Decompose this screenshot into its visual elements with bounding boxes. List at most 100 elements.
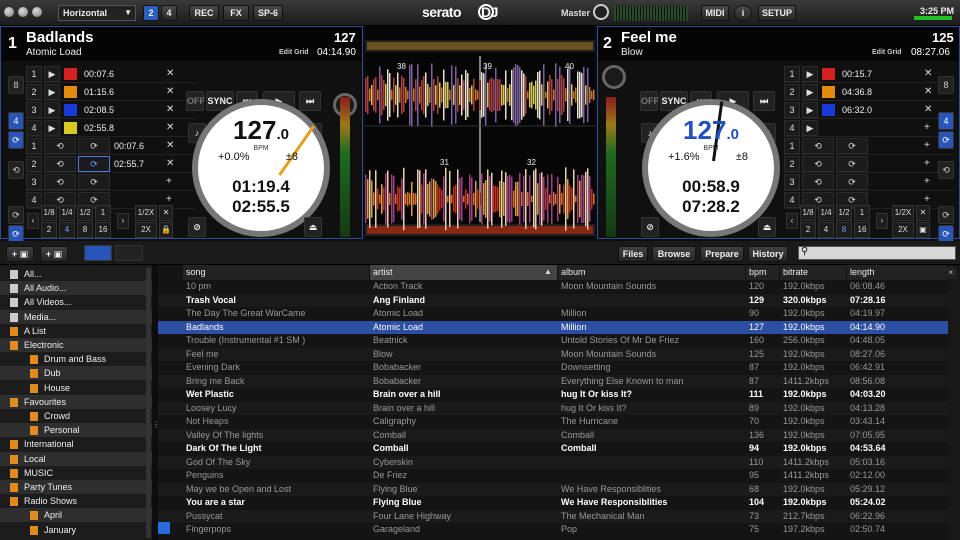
add-loop-icon[interactable]: + <box>166 176 172 187</box>
close-window-icon[interactable] <box>4 7 14 17</box>
loop-number[interactable]: 1 <box>26 138 42 154</box>
eject-icon[interactable]: ⏏ <box>304 217 322 237</box>
loop-double-icon[interactable]: › <box>876 213 888 229</box>
column-header-bitrate[interactable]: bitrate <box>780 265 847 280</box>
list-view-icon[interactable] <box>84 245 112 261</box>
prepare-tab[interactable]: Prepare <box>700 246 744 262</box>
loop-number[interactable]: 3 <box>26 174 42 190</box>
cue-color-swatch[interactable] <box>64 122 77 134</box>
column-header-album[interactable]: album <box>558 265 746 280</box>
cue-color-swatch[interactable] <box>64 86 77 98</box>
delete-cue-icon[interactable]: ✕ <box>166 86 174 97</box>
table-row[interactable]: Bring me Back Bobabacker Everything Else K… <box>158 374 948 388</box>
column-header-bpm[interactable]: bpm <box>746 265 780 280</box>
table-row[interactable]: Feel me Blow Moon Mountain Sounds 125 192.0k… <box>158 347 948 361</box>
loop-size-button[interactable]: 2 <box>41 222 57 238</box>
sync-loop-icon[interactable]: ⟳ <box>938 131 954 149</box>
loop-in-icon[interactable]: ⟲ <box>802 138 834 154</box>
table-row[interactable]: Trash Vocal Ang Finland 129 320.0kbps 07:28.… <box>158 293 948 307</box>
loop-in-icon[interactable]: ⟲ <box>802 174 834 190</box>
loop-size-button[interactable]: 2 <box>800 222 816 238</box>
table-row[interactable]: Penguins De Friez 95 1411.2kbps 02:12.00 <box>158 469 948 483</box>
cue-color-swatch[interactable] <box>64 68 77 80</box>
loop-size-button[interactable]: 1 <box>854 205 870 221</box>
loop-half-x[interactable]: 1/2X <box>892 205 914 221</box>
column-header-artist[interactable]: artist <box>370 265 558 280</box>
table-row[interactable]: God Of The Sky Cyberskin 110 1411.2kbps 05:0… <box>158 455 948 469</box>
resize-handle-icon[interactable]: ⋮ <box>152 420 160 430</box>
loop-size-button[interactable]: 4 <box>818 222 834 238</box>
table-row[interactable]: Pussycat Four Lane Highway The Mechanical … <box>158 509 948 523</box>
loop-size-button[interactable]: 1/8 <box>41 205 57 221</box>
layout-select[interactable]: Horizontal ▼ <box>58 5 136 21</box>
loop-size-button[interactable]: 1 <box>95 205 111 221</box>
loop-number[interactable]: 4 <box>784 192 800 208</box>
loop-double-x[interactable]: 2X <box>135 222 157 238</box>
crate-item[interactable]: Dub <box>0 366 152 381</box>
loop-number[interactable]: 2 <box>26 156 42 172</box>
cue-number[interactable]: 1 <box>26 66 42 82</box>
cue-play-icon[interactable]: ▶ <box>802 102 818 118</box>
loop-roll-icon[interactable]: ⟳ <box>8 206 24 224</box>
sp6-button[interactable]: SP-6 <box>253 5 283 21</box>
crate-item[interactable]: All Audio... <box>0 281 152 296</box>
eject-icon[interactable]: ⏏ <box>758 217 776 237</box>
table-row[interactable]: Valley Of The lights Comball Comball 136 192… <box>158 428 948 442</box>
crate-item[interactable]: Local <box>0 451 152 466</box>
crate-item[interactable]: January <box>0 523 152 537</box>
loop-number[interactable]: 1 <box>784 138 800 154</box>
loop-out-icon[interactable]: ⟳ <box>78 138 110 154</box>
loop-lock-icon[interactable]: ▣ <box>916 222 930 238</box>
loop-in-icon[interactable]: ⟲ <box>802 156 834 172</box>
crate-item[interactable]: A List <box>0 324 152 338</box>
edit-grid-button[interactable]: Edit Grid <box>872 49 902 56</box>
sync-off-button[interactable]: OFF <box>186 91 205 111</box>
cue-color-swatch[interactable] <box>822 86 835 98</box>
column-header-song[interactable]: song <box>183 265 370 280</box>
table-row[interactable]: Fingerpops Garageland Pop 75 197.2kbps 02:50.… <box>158 523 948 537</box>
table-row[interactable]: You are a star Flying Blue We Have Respons… <box>158 496 948 510</box>
detail-view-icon[interactable] <box>115 245 143 261</box>
delete-cue-icon[interactable]: ✕ <box>924 86 932 97</box>
cue-number[interactable]: 4 <box>784 120 800 136</box>
table-scrollbar[interactable] <box>948 265 960 540</box>
add-loop-icon[interactable]: + <box>924 140 930 151</box>
add-subcrate-button[interactable]: + ▣ <box>40 246 68 262</box>
slip-icon[interactable]: ⟲ <box>8 161 24 179</box>
table-row[interactable]: May we be Open and Lost Flying Blue We Hav… <box>158 482 948 496</box>
loop-size-button[interactable]: 1/4 <box>59 205 75 221</box>
loop-double-x[interactable]: 2X <box>892 222 914 238</box>
loop-lock-icon[interactable]: 🔒 <box>159 222 173 238</box>
loop-close-icon[interactable]: ✕ <box>159 205 173 221</box>
crate-item[interactable]: All Videos... <box>0 295 152 309</box>
sync-off-button[interactable]: OFF <box>640 91 659 111</box>
files-tab[interactable]: Files <box>618 246 648 262</box>
add-loop-icon[interactable]: + <box>924 194 930 205</box>
loop-roll-icon[interactable]: ⟳ <box>938 206 954 224</box>
search-input[interactable] <box>798 246 956 260</box>
loop-size-button[interactable]: 4 <box>59 222 75 238</box>
deck-4-indicator[interactable]: 4 <box>938 112 954 130</box>
loop-in-icon[interactable]: ⟲ <box>44 138 76 154</box>
table-row[interactable]: Badlands Atomic Load Million 127 192.0kbps 04… <box>158 320 948 334</box>
loop-size-button[interactable]: 8 <box>836 222 852 238</box>
crate-item[interactable]: International <box>0 437 152 451</box>
loop-size-button[interactable]: 1/2 <box>836 205 852 221</box>
cue-number[interactable]: 2 <box>26 84 42 100</box>
table-row[interactable]: Trouble (Instrumental #1 SM ) Beatnick Unt… <box>158 334 948 348</box>
sync-loop-icon[interactable]: ⟳ <box>8 131 24 149</box>
cue-play-icon[interactable]: ▶ <box>44 66 60 82</box>
next-track-icon[interactable]: ⏭ <box>753 91 775 111</box>
crate-item[interactable]: Drum and Bass <box>0 352 152 366</box>
delete-cue-icon[interactable]: ✕ <box>166 122 174 133</box>
table-row[interactable]: Not Heaps Caligraphy The Hurricane 70 192.0k… <box>158 415 948 429</box>
loop-out-icon[interactable]: ⟳ <box>78 174 110 190</box>
rec-button[interactable]: REC <box>189 5 219 21</box>
cue-number[interactable]: 2 <box>784 84 800 100</box>
sidebar-scrollbar[interactable] <box>146 268 151 538</box>
cue-number[interactable]: 3 <box>784 102 800 118</box>
setup-button[interactable]: SETUP <box>758 5 796 21</box>
loop-halve-icon[interactable]: ‹ <box>786 213 798 229</box>
crate-item[interactable]: Favourites <box>0 394 152 409</box>
cue-play-icon[interactable]: ▶ <box>802 66 818 82</box>
